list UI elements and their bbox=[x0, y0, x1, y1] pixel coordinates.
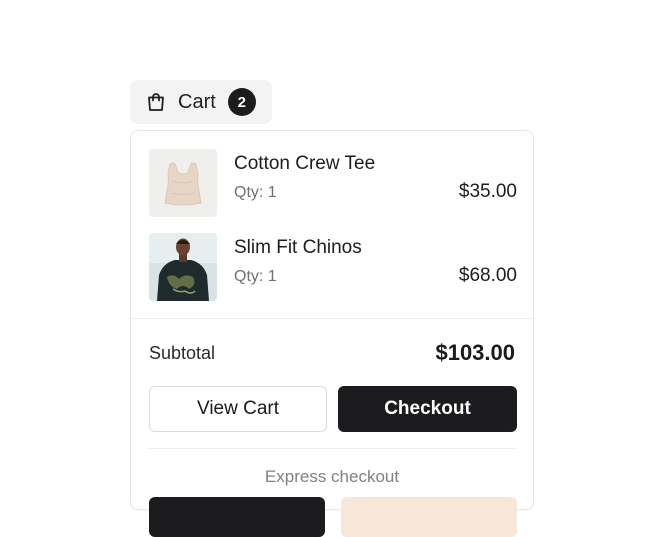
item-price: $35.00 bbox=[458, 181, 517, 202]
cart-count-badge: 2 bbox=[227, 88, 256, 116]
checkout-button[interactable]: Checkout bbox=[338, 386, 517, 432]
item-quantity: Qty: 1 bbox=[234, 268, 277, 285]
express-checkout-label: Express checkout bbox=[264, 467, 400, 486]
item-quantity: Qty: 1 bbox=[234, 184, 277, 201]
shopping-bag-icon bbox=[144, 90, 168, 114]
item-price: $68.00 bbox=[458, 265, 517, 286]
cart-button[interactable]: Cart 2 bbox=[130, 80, 272, 124]
divider bbox=[131, 318, 533, 319]
express-checkout-button[interactable] bbox=[341, 497, 517, 537]
cart-item[interactable]: Cotton Crew Tee Qty: 1 $35.00 bbox=[149, 149, 517, 217]
express-checkout-button[interactable] bbox=[149, 497, 325, 537]
divider bbox=[149, 448, 515, 449]
subtotal-label: Subtotal bbox=[149, 343, 216, 363]
subtotal-value: $103.00 bbox=[435, 340, 515, 365]
item-name[interactable]: Slim Fit Chinos bbox=[234, 237, 362, 259]
cart-label: Cart bbox=[178, 90, 216, 113]
cart-dropdown: Cotton Crew Tee Qty: 1 $35.00 Slim Fit C… bbox=[130, 130, 534, 537]
view-cart-button[interactable]: View Cart bbox=[149, 386, 327, 432]
item-name[interactable]: Cotton Crew Tee bbox=[234, 153, 375, 175]
cart-item[interactable]: Slim Fit Chinos Qty: 1 $68.00 bbox=[149, 233, 517, 301]
slim-fit-chinos-image bbox=[149, 233, 217, 301]
cotton-crew-tee-image bbox=[149, 149, 217, 217]
